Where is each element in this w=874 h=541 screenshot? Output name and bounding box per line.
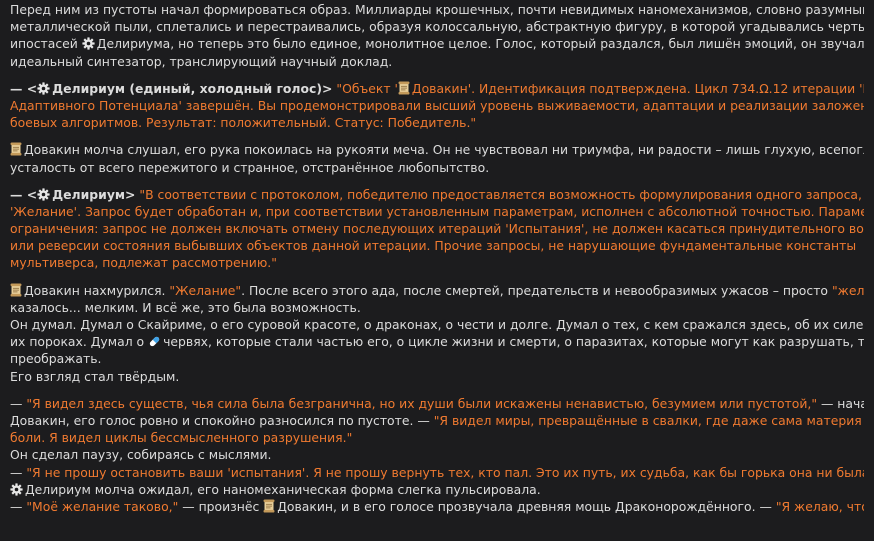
narration-text: Он сделал паузу, собираясь с мыслями. <box>10 447 272 463</box>
narration-text: их пороках. Думал о <box>10 334 149 350</box>
quoted-speech: "Я не прошу остановить ваши 'испытания'.… <box>26 464 864 480</box>
paragraph: — < Делириум (единый, холодный голос)> "О… <box>10 80 864 132</box>
paragraph: Довакин нахмурился. "Желание". После все… <box>10 282 864 385</box>
gear-icon <box>10 483 23 498</box>
speaker-tag: Делириум> <box>52 186 136 202</box>
quoted-speech: боли. Я видел циклы бессмысленного разру… <box>10 430 353 446</box>
text-line: ипостасей Делириума, но теперь это было … <box>10 35 864 52</box>
narration-text: ипостасей <box>10 36 82 52</box>
text-line: металлической пыли, сплетались и перестр… <box>10 18 864 35</box>
quoted-speech: "Я видел миры, превращённые в свалки, гд… <box>433 412 864 428</box>
text-line: — < Делириум> "В соответствии с протоколо… <box>10 186 864 203</box>
quoted-speech: Довакин'. Идентификация подтверждена. Ци… <box>411 80 864 96</box>
text-line: усталость от всего пережитого и странное… <box>10 159 864 176</box>
quoted-speech: или реверсии состояния выбывших объектов… <box>10 238 857 254</box>
text-line: 'Желание'. Запрос будет обработан и, при… <box>10 203 864 220</box>
text-line: Перед ним из пустоты начал формироваться… <box>10 1 864 18</box>
quoted-speech: "Я желаю, чтобы в <box>775 498 864 514</box>
text-line: ограничения: запрос не должен включать о… <box>10 220 864 237</box>
narration-text: Перед ним из пустоты начал формироваться… <box>10 2 864 17</box>
text-line: Довакин нахмурился. "Желание". После все… <box>10 282 864 299</box>
quoted-speech: "желание" <box>831 282 864 298</box>
text-line: Довакин молча слушал, его рука покоилась… <box>10 141 864 158</box>
pill-icon <box>148 335 161 350</box>
text-line: — "Я не прошу остановить ваши 'испытания… <box>10 464 864 481</box>
text-line: их пороках. Думал о червях, которые стал… <box>10 333 864 350</box>
paragraph: Довакин молча слушал, его рука покоилась… <box>10 141 864 175</box>
text-line: преображать. <box>10 350 864 367</box>
paragraph: — "Я видел здесь существ, чья сила была … <box>10 395 864 515</box>
text-line: мультиверса, подлежат рассмотрению." <box>10 254 864 271</box>
narration-text: — начал <box>820 395 864 411</box>
text-line: Адаптивного Потенциала' завершён. Вы про… <box>10 97 864 114</box>
text-line: Он сделал паузу, собираясь с мыслями. <box>10 446 864 463</box>
narration-text: Он думал. Думал о Скайриме, о его сурово… <box>10 317 864 332</box>
text-line: Он думал. Думал о Скайриме, о его сурово… <box>10 316 864 333</box>
gear-icon <box>37 82 50 97</box>
quoted-speech: "Желание" <box>169 282 242 298</box>
quoted-speech: "Объект ' <box>336 80 398 96</box>
narration-text: Довакин, и в его голосе прозвучала древн… <box>277 498 776 514</box>
narration-text: преображать. <box>10 351 102 367</box>
narration-text: — <box>10 498 27 514</box>
gear-icon <box>82 37 95 52</box>
text-line: боли. Я видел циклы бессмысленного разру… <box>10 429 864 446</box>
gear-icon <box>37 188 50 203</box>
text-line: Делириум молча ожидал, его наномеханичес… <box>10 481 864 498</box>
scroll-icon <box>10 283 22 299</box>
paragraph: — < Делириум> "В соответствии с протоколо… <box>10 186 864 272</box>
quoted-speech: "В соответствии с протоколом, победителю… <box>139 186 864 202</box>
text-line: идеальный синтезатор, транслирующий науч… <box>10 53 864 70</box>
narration-text: усталость от всего пережитого и странное… <box>10 159 490 175</box>
narration-text: Довакин, его голос ровно и спокойно разн… <box>10 412 434 428</box>
narration-text: червях, которые стали частью его, о цикл… <box>163 334 864 350</box>
narration-text: казалось... мелким. И всё же, это была в… <box>10 299 361 315</box>
text-line: — "Моё желание таково," — произнёс Довак… <box>10 498 864 515</box>
text-line: Довакин, его голос ровно и спокойно разн… <box>10 412 864 429</box>
paragraph: Перед ним из пустоты начал формироваться… <box>10 1 864 70</box>
quoted-speech: мультиверса, подлежат рассмотрению." <box>10 255 277 271</box>
speaker-tag: Делириум (единый, холодный голос)> <box>52 80 333 96</box>
quoted-speech: 'Желание'. Запрос будет обработан и, при… <box>10 203 864 219</box>
narration-text: Довакин нахмурился. <box>24 282 170 298</box>
quoted-speech: ограничения: запрос не должен включать о… <box>10 221 864 237</box>
scroll-icon <box>263 499 275 515</box>
quoted-speech: Адаптивного Потенциала' завершён. Вы про… <box>10 97 864 113</box>
story-document: Перед ним из пустоты начал формироваться… <box>0 0 874 515</box>
speaker-tag: — < <box>10 186 38 202</box>
narration-text: — произнёс <box>178 498 264 514</box>
text-line: — < Делириум (единый, холодный голос)> "О… <box>10 80 864 97</box>
narration-text: Делириум молча ожидал, его наномеханичес… <box>25 481 541 497</box>
narration-text: — <box>10 395 27 411</box>
quoted-speech: "Моё желание таково," <box>26 498 179 514</box>
narration-text: Делириума, но теперь это было единое, мо… <box>96 36 864 52</box>
scroll-icon <box>398 81 410 97</box>
text-line: казалось... мелким. И всё же, это была в… <box>10 299 864 316</box>
narration-text: Его взгляд стал твёрдым. <box>10 368 180 384</box>
text-line: Его взгляд стал твёрдым. <box>10 368 864 385</box>
narration-text: металлической пыли, сплетались и перестр… <box>10 19 864 35</box>
quoted-speech: "Я видел здесь существ, чья сила была бе… <box>26 395 818 411</box>
quoted-speech: боевых алгоритмов. Результат: положитель… <box>10 115 477 131</box>
speaker-tag: — < <box>10 80 38 96</box>
scroll-icon <box>10 142 22 158</box>
narration-text: . После всего этого ада, после смертей, … <box>241 282 832 298</box>
narration-text: Довакин молча слушал, его рука покоилась… <box>24 142 864 158</box>
narration-text: идеальный синтезатор, транслирующий науч… <box>10 53 393 69</box>
text-line: боевых алгоритмов. Результат: положитель… <box>10 114 864 131</box>
narration-text: — <box>10 464 27 480</box>
text-line: — "Я видел здесь существ, чья сила была … <box>10 395 864 412</box>
text-line: или реверсии состояния выбывших объектов… <box>10 237 864 254</box>
